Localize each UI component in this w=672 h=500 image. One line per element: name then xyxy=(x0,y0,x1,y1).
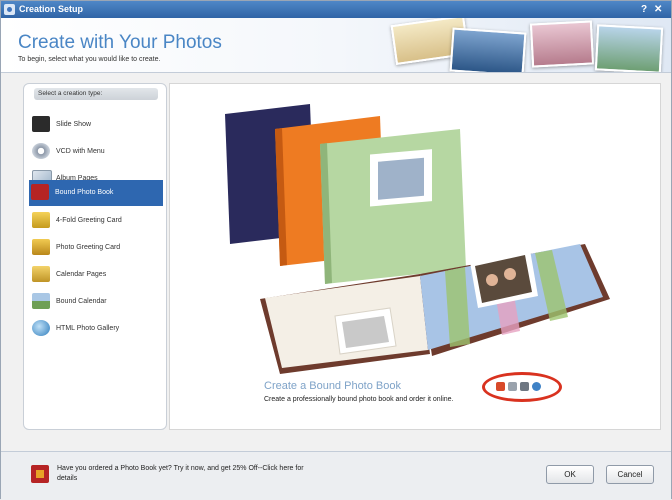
creation-item-slide-show[interactable]: Slide Show xyxy=(30,112,162,138)
slideshow-icon xyxy=(32,116,50,132)
save-icon[interactable] xyxy=(520,382,529,391)
app-icon xyxy=(4,4,15,15)
footer-bar: Have you ordered a Photo Book yet? Try i… xyxy=(1,451,671,500)
creation-type-panel: Select a creation type: Slide Show VCD w… xyxy=(23,83,167,430)
output-icons xyxy=(496,382,550,392)
page-subtitle: To begin, select what you would like to … xyxy=(18,56,161,63)
preview-area: Create a Bound Photo Book Create a profe… xyxy=(169,83,661,430)
cancel-button[interactable]: Cancel xyxy=(606,465,654,484)
book-print-icon[interactable] xyxy=(496,382,505,391)
web-gallery-icon xyxy=(32,320,50,336)
item-label: Slide Show xyxy=(56,121,92,128)
item-label: Bound Calendar xyxy=(56,298,107,305)
photo-book-icon xyxy=(31,184,49,200)
creation-item-bound-photo-book[interactable]: Bound Photo Book xyxy=(29,180,163,206)
calendar-pages-icon xyxy=(32,266,50,282)
promo-link[interactable]: Have you ordered a Photo Book yet? Try i… xyxy=(57,464,317,484)
title-bar: Creation Setup ? ✕ xyxy=(1,1,671,18)
item-label: Calendar Pages xyxy=(56,271,107,278)
item-label: Bound Photo Book xyxy=(55,189,114,196)
page-title: Create with Your Photos xyxy=(18,32,222,53)
vcd-disc-icon xyxy=(32,143,50,159)
preview-title: Create a Bound Photo Book xyxy=(264,380,401,392)
item-label: 4-Fold Greeting Card xyxy=(56,217,122,224)
photo-book-promo-icon xyxy=(31,465,49,483)
panel-heading: Select a creation type: xyxy=(34,88,158,100)
help-button[interactable]: ? xyxy=(641,1,647,18)
photo-card-icon xyxy=(32,239,50,255)
creation-item-vcd-with-menu[interactable]: VCD with Menu xyxy=(30,139,162,165)
preview-description: Create a professionally bound photo book… xyxy=(264,396,454,403)
creation-setup-window: Creation Setup ? ✕ Create with Your Phot… xyxy=(0,0,672,500)
header-banner: Create with Your Photos To begin, select… xyxy=(1,18,671,73)
item-label: VCD with Menu xyxy=(56,148,105,155)
item-label: Photo Greeting Card xyxy=(56,244,121,251)
creation-item-bound-calendar[interactable]: Bound Calendar xyxy=(30,289,162,315)
creation-item-calendar-pages[interactable]: Calendar Pages xyxy=(30,262,162,288)
photo-book-illustration xyxy=(225,104,610,374)
creation-item-html-photo-gallery[interactable]: HTML Photo Gallery xyxy=(30,316,162,342)
item-label: HTML Photo Gallery xyxy=(56,325,120,332)
greeting-card-icon xyxy=(32,212,50,228)
web-icon[interactable] xyxy=(532,382,541,391)
printer-icon[interactable] xyxy=(508,382,517,391)
book-green xyxy=(320,129,466,284)
creation-item-4-fold-greeting-card[interactable]: 4-Fold Greeting Card xyxy=(30,208,162,234)
window-title: Creation Setup xyxy=(19,4,84,14)
close-button[interactable]: ✕ xyxy=(654,1,662,18)
bound-calendar-icon xyxy=(32,293,50,309)
collage-photo-4 xyxy=(594,24,664,72)
creation-item-photo-greeting-card[interactable]: Photo Greeting Card xyxy=(30,235,162,261)
ok-button[interactable]: OK xyxy=(546,465,594,484)
collage-photo-3 xyxy=(529,20,595,68)
collage-photo-2 xyxy=(449,27,527,72)
